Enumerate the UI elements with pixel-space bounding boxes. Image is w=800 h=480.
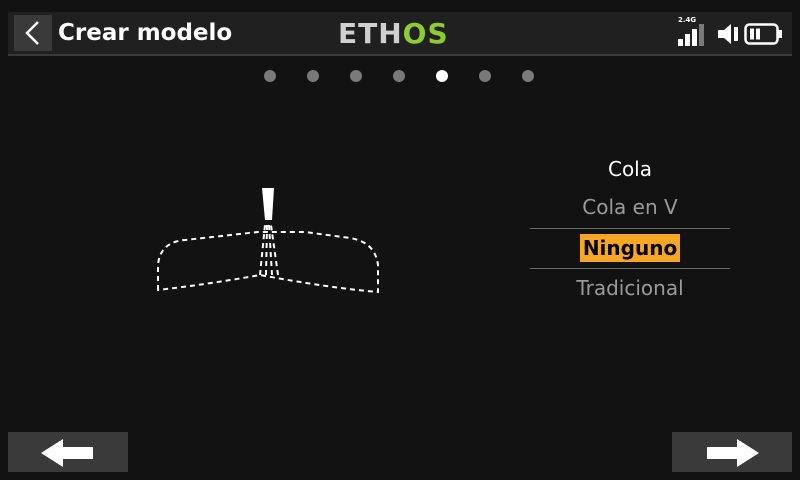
selected-option-label: Ninguno bbox=[579, 234, 681, 262]
previous-button[interactable] bbox=[8, 432, 128, 472]
arrow-left-icon bbox=[41, 439, 93, 467]
speaker-icon bbox=[718, 24, 738, 44]
pager-dot[interactable] bbox=[522, 70, 534, 82]
logo-os: OS bbox=[402, 17, 449, 50]
option-v-tail[interactable]: Cola en V bbox=[530, 188, 730, 228]
page-title: Crear modelo bbox=[58, 20, 233, 46]
step-pager bbox=[256, 68, 546, 84]
next-button[interactable] bbox=[672, 432, 792, 472]
battery-icon bbox=[744, 23, 782, 45]
band-label: 2.4G bbox=[678, 16, 697, 24]
tail-diagram-icon bbox=[157, 188, 379, 294]
pager-dot[interactable] bbox=[393, 70, 405, 82]
list-heading: Cola bbox=[607, 157, 652, 181]
pager-dot[interactable] bbox=[479, 70, 491, 82]
arrow-right-icon bbox=[707, 439, 759, 467]
signal-bars-icon bbox=[678, 24, 704, 46]
pager-dot[interactable] bbox=[264, 70, 276, 82]
pager-dot[interactable] bbox=[350, 70, 362, 82]
option-none-selected[interactable]: Ninguno bbox=[530, 229, 730, 269]
logo-eth: ETH bbox=[338, 17, 403, 50]
back-button[interactable] bbox=[14, 15, 52, 51]
ethos-logo: ETHOS bbox=[338, 19, 449, 49]
status-icons: 2.4G bbox=[676, 16, 788, 48]
option-traditional[interactable]: Tradicional bbox=[530, 269, 730, 309]
pager-dot[interactable] bbox=[307, 70, 319, 82]
pager-dot-current[interactable] bbox=[436, 70, 448, 82]
chevron-left-icon bbox=[25, 21, 39, 45]
